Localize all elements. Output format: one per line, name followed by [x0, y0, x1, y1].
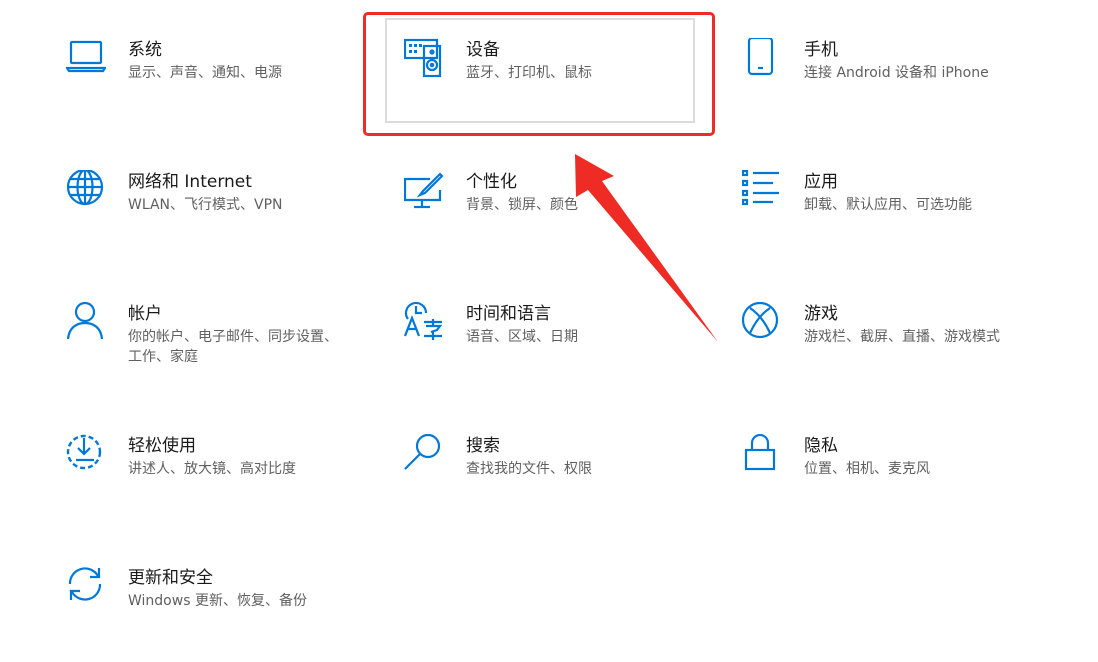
- apps-list-icon: [742, 170, 782, 214]
- search-icon: [404, 434, 444, 478]
- tile-title: 系统: [128, 40, 162, 60]
- tile-title: 隐私: [804, 436, 838, 456]
- tile-title: 应用: [804, 172, 838, 192]
- tile-phone[interactable]: 手机 连接 Android 设备和 iPhone: [742, 38, 1072, 134]
- tile-title: 轻松使用: [128, 436, 196, 456]
- person-icon: [66, 302, 106, 346]
- tile-description: 你的帐户、电子邮件、同步设置、工作、家庭: [128, 329, 338, 365]
- tile-gaming[interactable]: 游戏 游戏栏、截屏、直播、游戏模式: [742, 302, 1072, 398]
- tile-title: 帐户: [128, 304, 162, 324]
- tile-search[interactable]: 搜索 查找我的文件、权限: [404, 434, 734, 530]
- tile-title: 手机: [804, 40, 838, 60]
- tile-title: 游戏: [804, 304, 838, 324]
- tile-title: 时间和语言: [466, 304, 551, 324]
- tile-description: Windows 更新、恢复、备份: [128, 593, 307, 609]
- laptop-icon: [66, 38, 106, 82]
- tile-update-security[interactable]: 更新和安全 Windows 更新、恢复、备份: [66, 566, 396, 662]
- tile-description: 连接 Android 设备和 iPhone: [804, 65, 989, 81]
- tile-title: 个性化: [466, 172, 517, 192]
- tile-title: 搜索: [466, 436, 500, 456]
- tile-description: 语音、区域、日期: [466, 329, 578, 345]
- globe-icon: [66, 170, 106, 214]
- tile-accounts[interactable]: 帐户 你的帐户、电子邮件、同步设置、工作、家庭: [66, 302, 396, 398]
- tile-privacy[interactable]: 隐私 位置、相机、麦克风: [742, 434, 1072, 530]
- ease-of-access-icon: [66, 434, 106, 478]
- tile-description: 背景、锁屏、颜色: [466, 197, 578, 213]
- tile-apps[interactable]: 应用 卸载、默认应用、可选功能: [742, 170, 1072, 266]
- tile-description: WLAN、飞行模式、VPN: [128, 197, 283, 213]
- tile-ease-of-access[interactable]: 轻松使用 讲述人、放大镜、高对比度: [66, 434, 396, 530]
- tile-description: 游戏栏、截屏、直播、游戏模式: [804, 329, 1000, 345]
- update-sync-icon: [66, 566, 106, 610]
- time-language-icon: [404, 302, 444, 346]
- tile-personalization[interactable]: 个性化 背景、锁屏、颜色: [404, 170, 734, 266]
- tile-description: 卸载、默认应用、可选功能: [804, 197, 972, 213]
- red-highlight-box: [363, 12, 715, 136]
- tile-title: 更新和安全: [128, 568, 213, 588]
- monitor-brush-icon: [404, 170, 444, 214]
- tile-system[interactable]: 系统 显示、声音、通知、电源: [66, 38, 396, 134]
- lock-icon: [742, 434, 782, 478]
- tile-title: 网络和 Internet: [128, 172, 252, 192]
- tile-description: 查找我的文件、权限: [466, 461, 592, 477]
- tile-network[interactable]: 网络和 Internet WLAN、飞行模式、VPN: [66, 170, 396, 266]
- tile-description: 讲述人、放大镜、高对比度: [128, 461, 296, 477]
- tile-time-language[interactable]: 时间和语言 语音、区域、日期: [404, 302, 734, 398]
- phone-icon: [742, 38, 782, 82]
- xbox-icon: [742, 302, 782, 346]
- tile-description: 显示、声音、通知、电源: [128, 65, 282, 81]
- tile-description: 位置、相机、麦克风: [804, 461, 930, 477]
